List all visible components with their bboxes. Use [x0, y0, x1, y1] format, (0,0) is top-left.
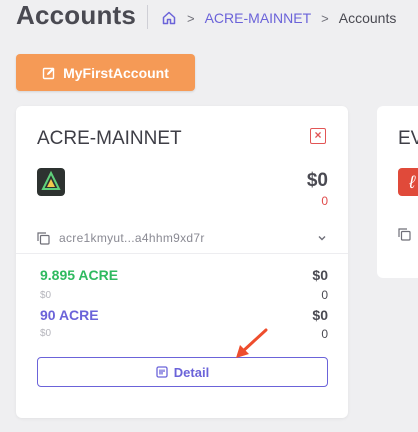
- chain-logo: [37, 168, 65, 196]
- asset-staked-usd: $0: [40, 328, 52, 339]
- chain-logo-2: ℓ: [398, 168, 418, 196]
- detail-icon: [156, 366, 168, 378]
- annotation-arrow: [236, 328, 268, 358]
- page-title: Accounts: [16, 0, 137, 30]
- asset-available-usd: $0: [40, 290, 52, 301]
- asset-available-change: 0: [321, 288, 328, 302]
- account-name-label: MyFirstAccount: [63, 64, 169, 81]
- account-name-button[interactable]: MyFirstAccount: [16, 54, 195, 91]
- copy-icon[interactable]: [37, 231, 50, 245]
- edit-icon: [42, 67, 55, 79]
- address-row-2[interactable]: [398, 228, 411, 246]
- asset-staked-change: 0: [321, 327, 328, 341]
- total-balance: $0: [306, 170, 328, 191]
- chevron-down-icon[interactable]: [316, 232, 328, 244]
- asset-staked-amount: 90 ACRE: [40, 307, 99, 323]
- detail-button[interactable]: Detail: [37, 357, 328, 387]
- chain-name-2: EV: [398, 128, 418, 149]
- remove-chain-icon[interactable]: ×: [310, 128, 326, 144]
- address-row[interactable]: acre1kmyut...a4hhm9xd7r: [37, 228, 328, 248]
- breadcrumb-current: Accounts: [338, 10, 397, 26]
- total-change: 0: [321, 194, 328, 208]
- asset-staked-value: $0: [312, 307, 328, 323]
- chain-name: ACRE-MAINNET: [37, 128, 182, 149]
- asset-available-amount: 9.895 ACRE: [40, 267, 119, 283]
- account-card-2: EV ℓ: [377, 106, 418, 278]
- home-icon[interactable]: [161, 10, 177, 26]
- address-text: acre1kmyut...a4hhm9xd7r: [59, 231, 205, 245]
- breadcrumb: > ACRE-MAINNET > Accounts: [161, 8, 396, 28]
- chevron-right-icon: >: [187, 10, 195, 26]
- title-divider: [147, 5, 148, 29]
- account-card: ACRE-MAINNET × $0 0 acre1kmyut...a4hhm9x…: [16, 106, 348, 418]
- breadcrumb-chain-link[interactable]: ACRE-MAINNET: [205, 10, 312, 26]
- copy-icon[interactable]: [398, 228, 411, 241]
- chevron-right-icon: >: [321, 10, 329, 26]
- asset-available-value: $0: [312, 267, 328, 283]
- detail-label: Detail: [173, 364, 210, 380]
- card-divider: [16, 253, 348, 254]
